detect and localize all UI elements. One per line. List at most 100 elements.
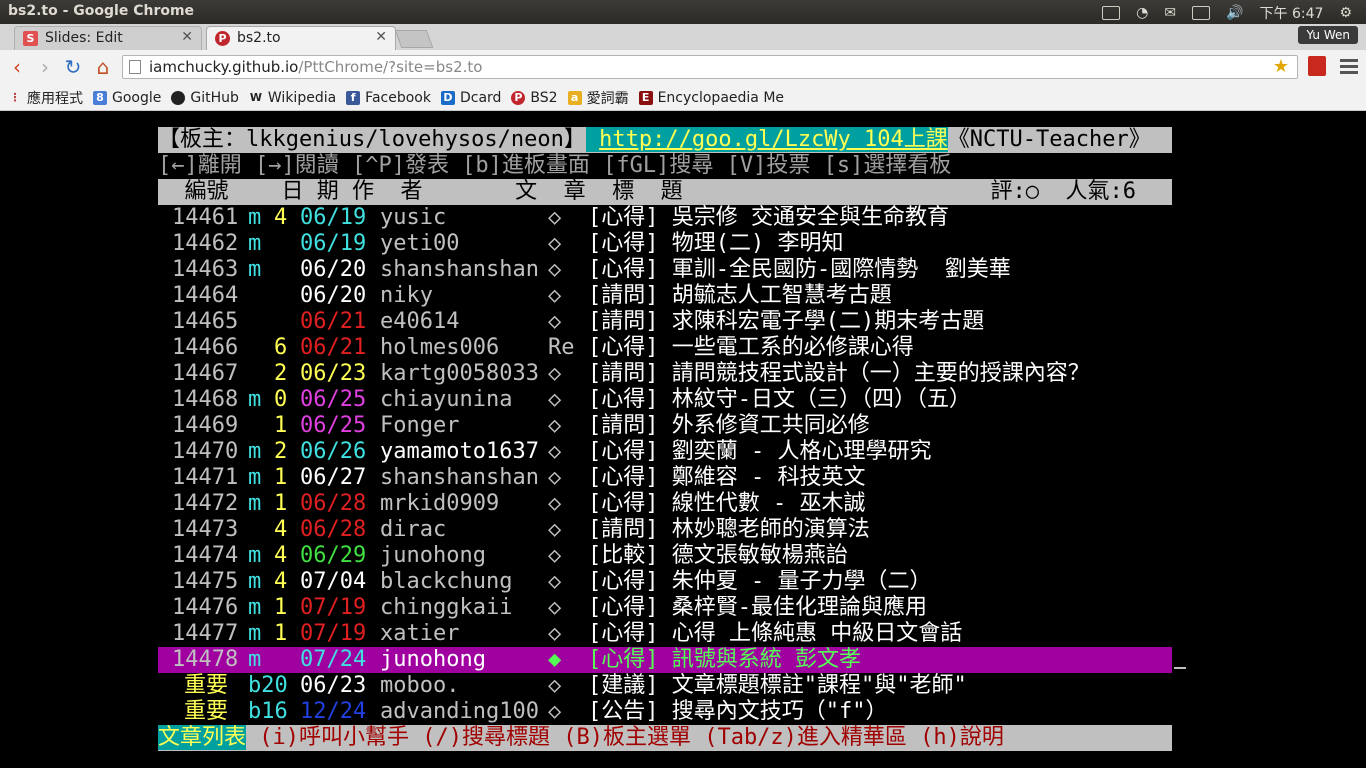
post-date: 06/29	[300, 543, 367, 568]
tab-strip: S Slides: Edit ✕ P bs2.to ✕ Yu Wen	[0, 24, 1366, 50]
keyboard-icon[interactable]	[1102, 6, 1121, 20]
post-row[interactable]: 14471 m 1 06/27 shanshanshan ◇ [心得] 鄭維容 - 科技英文	[158, 465, 1172, 491]
post-row[interactable]: 14470 m 2 06/26 yamamoto1637 ◇ [心得] 劉奕蘭 - 人格心理…	[158, 439, 1172, 465]
bs2-icon: P	[511, 90, 526, 105]
post-title: [請問] 求陳科宏電子學(二)期末考古題	[588, 309, 985, 334]
post-title: [心得] 物理(二) 李明知	[588, 231, 844, 256]
reload-button[interactable]: ↻	[62, 56, 84, 78]
post-status: ◇	[548, 673, 562, 698]
post-status: Re	[548, 335, 575, 360]
post-row[interactable]: 14464 06/20 niky ◇ [請問] 胡毓志人工智慧考古題	[158, 283, 1172, 309]
post-recommend-count: 4	[274, 569, 288, 594]
forward-button[interactable]: ›	[34, 56, 56, 78]
post-date: 06/20	[300, 257, 367, 282]
post-recommend-count: 4	[274, 543, 288, 568]
post-status: ◇	[548, 205, 562, 230]
encyclopaedia-icon: E	[638, 90, 653, 105]
post-row[interactable]: 14475 m 4 07/04 blackchung ◇ [心得] 朱仲夏 - 量子力學（二…	[158, 569, 1172, 595]
post-date: 06/28	[300, 491, 367, 516]
new-tab-button[interactable]	[394, 30, 434, 48]
bookmark-bs2[interactable]: P BS2	[506, 90, 562, 106]
post-row[interactable]: 14468 m 0 06/25 chiayunina ◇ [心得] 林紋守-日文（三）（四）…	[158, 387, 1172, 413]
bookmark-label: Facebook	[365, 89, 431, 106]
post-row[interactable]: 14466 6 06/21 holmes006 Re [心得] 一些電工系的必修課心得	[158, 335, 1172, 361]
post-number: 14472	[172, 491, 239, 516]
bookmark-label: Google	[112, 89, 162, 106]
post-title: [心得] 桑梓賢-最佳化理論與應用	[588, 595, 927, 620]
back-button[interactable]: ‹	[6, 56, 28, 78]
bookmark-iciba[interactable]: a 愛詞霸	[563, 88, 634, 108]
post-number: 14471	[172, 465, 239, 490]
bookmark-apps[interactable]: ⋮ 應用程式	[3, 88, 88, 108]
post-row[interactable]: 14474 m 4 06/29 junohong ◇ [比較] 德文張敏敏楊燕詒	[158, 543, 1172, 569]
home-button[interactable]: ⌂	[92, 56, 114, 78]
profile-button[interactable]: Yu Wen	[1298, 26, 1358, 44]
post-author: shanshanshan	[380, 465, 539, 490]
post-status: ◇	[548, 491, 562, 516]
post-title: [請問] 林妙聰老師的演算法	[588, 517, 870, 542]
bookmark-label: Dcard	[459, 89, 502, 106]
post-row[interactable]: 14472 m 1 06/28 mrkid0909 ◇ [心得] 線性代數 - 巫木誠	[158, 491, 1172, 517]
tab-bs2[interactable]: P bs2.to ✕	[206, 26, 396, 50]
bookmark-star-icon[interactable]: ★	[1273, 56, 1289, 77]
post-row[interactable]: 14469 1 06/25 Fonger ◇ [請問] 外系修資工共同必修	[158, 413, 1172, 439]
post-row[interactable]: 14462 m 06/19 yeti00 ◇ [心得] 物理(二) 李明知	[158, 231, 1172, 257]
post-status: ◇	[548, 387, 562, 412]
bbs-terminal[interactable]: 【板主：lkkgenius/lovehysos/neon】 http://goo…	[158, 127, 1186, 751]
google-icon: 8	[93, 90, 107, 105]
post-row[interactable]: 14476 m 1 07/19 chinggkaii ◇ [心得] 桑梓賢-最佳化理論與應用	[158, 595, 1172, 621]
post-row[interactable]: 重要 b20 06/23 moboo. ◇ [建議] 文章標題標註"課程"與"老師"	[158, 673, 1172, 699]
bookmark-wikipedia[interactable]: W Wikipedia	[244, 90, 341, 106]
post-title: [請問] 胡毓志人工智慧考古題	[588, 283, 892, 308]
post-author: advanding100	[380, 699, 539, 724]
post-author: xatier	[380, 621, 460, 646]
post-status: ◇	[548, 621, 562, 646]
post-row[interactable]: 14463 m 06/20 shanshanshan ◇ [心得] 軍訓-全民國防-國際情…	[158, 257, 1172, 283]
post-row[interactable]: 重要 b16 12/24 advanding100 ◇ [公告] 搜尋內文技巧（"f"）	[158, 699, 1172, 725]
tab-slides[interactable]: S Slides: Edit ✕	[14, 26, 202, 50]
settings-gear-icon[interactable]: ⚙	[1339, 5, 1352, 21]
close-icon[interactable]: ✕	[375, 29, 387, 45]
post-date: 06/25	[300, 387, 367, 412]
address-bar[interactable]: iamchucky.github.io/PttChrome/?site=bs2.…	[122, 55, 1298, 79]
post-row[interactable]: 14477 m 1 07/19 xatier ◇ [心得] 心得 上條純惠 中級日文會話	[158, 621, 1172, 647]
column-header: 編號 日 期 作 者 文 章 標 題 評:○ 人氣:6	[158, 179, 1172, 205]
post-title: [建議] 文章標題標註"課程"與"老師"	[588, 673, 967, 698]
post-row[interactable]: 14461 m 4 06/19 yusic ◇ [心得] 吳宗修 交通安全與生命教育	[158, 205, 1172, 231]
bookmark-facebook[interactable]: f Facebook	[341, 90, 436, 106]
post-date: 07/19	[300, 595, 367, 620]
bookmark-google[interactable]: 8 Google	[88, 90, 166, 106]
bookmark-dcard[interactable]: D Dcard	[436, 90, 506, 106]
bookmark-github[interactable]: GitHub	[166, 90, 244, 106]
post-number: 重要	[184, 673, 229, 698]
board-link[interactable]: http://goo.gl/LzcWy 104上課	[599, 127, 948, 152]
post-row[interactable]: 14478 m 07/24 junohong ◆ [心得] 訊號與系統 彭文孝	[158, 647, 1186, 673]
post-number: 14466	[172, 335, 239, 360]
post-date: 06/19	[300, 205, 367, 230]
post-row[interactable]: 14465 06/21 e40614 ◇ [請問] 求陳科宏電子學(二)期末考古題	[158, 309, 1172, 335]
volume-icon[interactable]: 🔊	[1226, 5, 1243, 21]
post-status: ◇	[548, 439, 562, 464]
bookmark-encyclopaedia[interactable]: E Encyclopaedia Me	[634, 90, 789, 106]
post-author: dirac	[380, 517, 447, 542]
post-date: 07/04	[300, 569, 367, 594]
post-row[interactable]: 14473 4 06/28 dirac ◇ [請問] 林妙聰老師的演算法	[158, 517, 1172, 543]
wifi-icon[interactable]: ◔	[1136, 5, 1148, 21]
battery-icon[interactable]	[1192, 6, 1211, 20]
post-date: 06/28	[300, 517, 367, 542]
extension-icon[interactable]	[1308, 56, 1326, 76]
post-row[interactable]: 14467 2 06/23 kartg0058033 ◇ [請問] 請問競技程式設計（一）…	[158, 361, 1172, 387]
chrome-menu-icon[interactable]	[1340, 56, 1358, 76]
column-titles: 編號 日 期 作 者 文 章 標 題	[158, 179, 683, 204]
post-title: [請問] 請問競技程式設計（一）主要的授課內容？	[588, 361, 1090, 386]
close-icon[interactable]: ✕	[181, 29, 193, 45]
post-status: ◆	[548, 647, 562, 672]
bookmark-label: BS2	[530, 89, 558, 106]
github-icon	[171, 90, 186, 105]
post-title: [公告] 搜尋內文技巧（"f"）	[588, 699, 888, 724]
post-status: ◇	[548, 595, 562, 620]
clock[interactable]: 下午 6:47	[1260, 3, 1324, 23]
wikipedia-icon: W	[249, 90, 262, 104]
mail-icon[interactable]: ✉	[1164, 5, 1176, 21]
page-icon	[129, 60, 141, 74]
